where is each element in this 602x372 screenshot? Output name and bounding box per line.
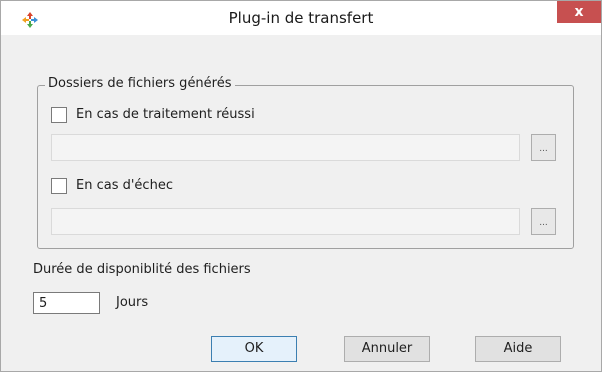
availability-unit-label: Jours [116, 295, 149, 310]
failure-checkbox-label[interactable]: En cas d'échec [76, 177, 173, 195]
title-bar[interactable]: Plug-in de transfert x [1, 1, 601, 35]
group-legend: Dossiers de fichiers générés [45, 75, 235, 93]
help-button[interactable]: Aide [475, 336, 561, 362]
failure-checkbox[interactable] [51, 178, 67, 194]
success-checkbox[interactable] [51, 107, 67, 123]
failure-browse-button[interactable]: ... [531, 208, 556, 235]
close-button[interactable]: x [557, 1, 601, 23]
success-checkbox-label[interactable]: En cas de traitement réussi [76, 106, 255, 124]
window-title: Plug-in de transfert [228, 9, 374, 27]
success-path-field[interactable] [51, 134, 520, 161]
cancel-button[interactable]: Annuler [344, 336, 430, 362]
availability-days-input[interactable] [33, 292, 100, 314]
availability-label: Durée de disponiblité des fichiers [33, 262, 251, 277]
success-browse-button[interactable]: ... [531, 134, 556, 161]
dialog-window: Plug-in de transfert x Dossiers de fichi… [0, 0, 602, 372]
failure-path-field[interactable] [51, 208, 520, 235]
ok-button[interactable]: OK [211, 336, 297, 362]
